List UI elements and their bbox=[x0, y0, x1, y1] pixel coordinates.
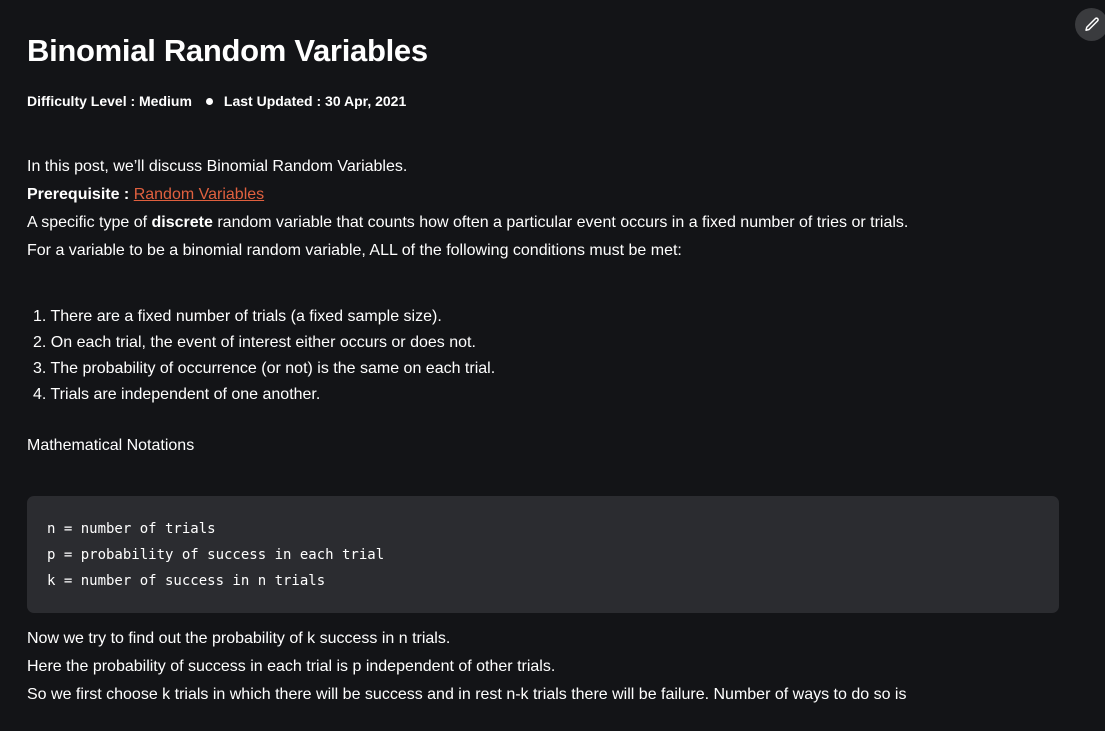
separator-dot bbox=[205, 97, 213, 105]
code-line: k = number of success in n trials bbox=[47, 573, 326, 589]
pencil-icon bbox=[1084, 16, 1099, 31]
difficulty-level: Difficulty Level : Medium bbox=[27, 93, 192, 109]
prerequisite-label: Prerequisite : bbox=[27, 186, 134, 203]
notation-heading: Mathematical Notations bbox=[27, 437, 195, 454]
conditions-intro: For a variable to be a binomial random v… bbox=[27, 242, 682, 259]
definition-bold-word: discrete bbox=[151, 214, 213, 231]
code-block: n = number of trials p = probability of … bbox=[27, 496, 1059, 613]
explanation-line: Now we try to find out the probability o… bbox=[27, 630, 451, 647]
conditions-list: 1. There are a fixed number of trials (a… bbox=[27, 304, 1067, 408]
random-variables-link[interactable]: Random Variables bbox=[134, 186, 264, 203]
list-item: 3. The probability of occurrence (or not… bbox=[33, 360, 496, 377]
list-item: 1. There are a fixed number of trials (a… bbox=[33, 308, 442, 325]
article-meta: Difficulty Level : Medium Last Updated :… bbox=[27, 93, 406, 109]
explanation-line: So we first choose k trials in which the… bbox=[27, 686, 907, 703]
edit-button[interactable] bbox=[1075, 8, 1105, 41]
code-line: p = probability of success in each trial bbox=[47, 547, 385, 563]
definition-text-end: random variable that counts how often a … bbox=[212, 214, 909, 231]
last-updated: Last Updated : 30 Apr, 2021 bbox=[223, 93, 407, 109]
code-line: n = number of trials bbox=[47, 521, 216, 537]
definition-text-start: A specific type of bbox=[27, 214, 152, 231]
explanation-paragraphs: Now we try to find out the probability o… bbox=[27, 625, 1087, 709]
prerequisite-line: Prerequisite : Random Variables bbox=[27, 181, 1067, 209]
page-title: Binomial Random Variables bbox=[27, 33, 428, 68]
list-item: 2. On each trial, the event of interest … bbox=[33, 334, 476, 351]
article-body: In this post, we’ll discuss Binomial Ran… bbox=[27, 153, 1067, 460]
list-item: 4. Trials are independent of one another… bbox=[33, 386, 321, 403]
definition-paragraph: A specific type of discrete random varia… bbox=[27, 209, 1067, 237]
article-page: Binomial Random Variables Difficulty Lev… bbox=[0, 0, 1105, 731]
intro-paragraph: In this post, we’ll discuss Binomial Ran… bbox=[27, 158, 408, 175]
explanation-line: Here the probability of success in each … bbox=[27, 658, 556, 675]
